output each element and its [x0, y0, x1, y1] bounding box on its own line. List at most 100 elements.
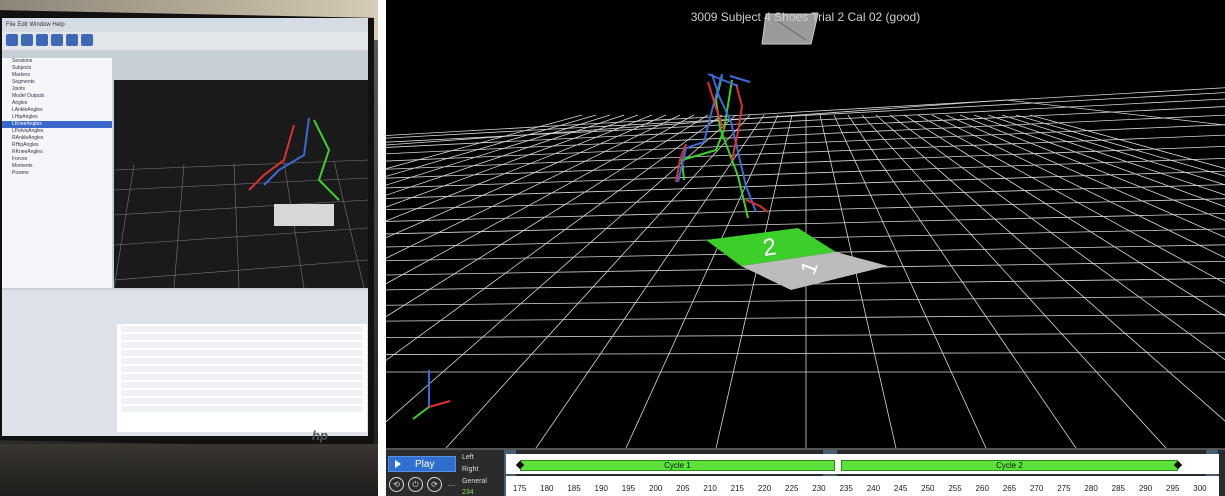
photo-trial-list [117, 324, 367, 432]
frame-tick-label: 255 [948, 484, 962, 493]
cycle-2-label: Cycle 2 [996, 461, 1023, 470]
photo-data-tree: Sessions Subjects Markers Segments Joints Mod… [2, 58, 112, 288]
grid-line [386, 114, 709, 318]
grid-line [1005, 99, 1225, 126]
frame-ruler[interactable]: 175 180 185 190 195 200 205 210 215 220 225 230 235 2… [506, 476, 1219, 496]
grid-line [386, 87, 1225, 136]
grid-line [875, 114, 1225, 422]
frame-tick-label: 250 [921, 484, 935, 493]
grid-line [386, 124, 1225, 162]
photo-tree-item: Angles [12, 100, 28, 106]
photo-tree-item: Powers [12, 170, 29, 176]
photo-tree-item: RKneeAngles [12, 149, 43, 155]
frame-tick-label: 295 [1166, 484, 1180, 493]
photo-tree-item: LPelvisAngles [12, 128, 44, 134]
frame-tick-label: 180 [540, 484, 554, 493]
current-frame-label: 234 [462, 489, 474, 496]
grid-line [386, 332, 1225, 338]
grid-line [889, 114, 1225, 361]
frame-tick-label: 210 [703, 484, 717, 493]
photo-tree-item: Forces [12, 156, 28, 162]
grid-line [386, 114, 737, 423]
toolbar-icon [51, 34, 63, 46]
photo-tree-item: LKneeAngles [2, 121, 112, 128]
toolbar-icon [21, 34, 33, 46]
cycle-1-bar[interactable]: Cycle 1 [519, 460, 836, 471]
3d-viewport[interactable]: 2 1 3009 Subject 4 Shoes Trial 2 Cal 02 … [386, 0, 1225, 448]
frame-tick-label: 225 [785, 484, 799, 493]
grid-line [386, 213, 1225, 235]
row-label-general: General [462, 478, 487, 485]
grid-line [386, 114, 723, 361]
viewport-title: 3009 Subject 4 Shoes Trial 2 Cal 02 (goo… [690, 10, 921, 24]
play-button[interactable]: Play [388, 456, 456, 472]
frame-tick-label: 265 [1002, 484, 1017, 493]
toolbar-icon [66, 34, 78, 46]
photo-tree-item: LHipAngles [12, 114, 38, 120]
row-label-left: Left [462, 454, 474, 461]
frame-tick-label: 260 [975, 484, 989, 493]
grid-line [917, 114, 1225, 284]
frame-tick-label: 195 [621, 484, 636, 493]
frame-tick-label: 300 [1193, 484, 1207, 493]
play-label: Play [415, 459, 435, 470]
monitor-photo: File Edit Window Help Sessions Subjects Ma… [0, 0, 378, 496]
grid-line [386, 351, 1225, 355]
frame-tick-label: 290 [1138, 484, 1153, 493]
frame-tick-label: 175 [512, 484, 527, 493]
toolbar-icon [81, 34, 93, 46]
grid-line [386, 92, 1225, 139]
photo-tree-item: Moments [12, 163, 33, 169]
frame-tick-label: 240 [866, 484, 881, 493]
grid-line [386, 106, 1225, 148]
toolbar-icon [36, 34, 48, 46]
photo-tree-item: Model Outputs [12, 93, 45, 99]
image-divider [378, 0, 386, 496]
grid-line [903, 114, 1225, 317]
power-icon[interactable]: ⏻ [408, 477, 423, 492]
photo-tree-item: Segments [12, 79, 35, 85]
forward-icon[interactable]: ⟳ [427, 477, 442, 492]
cycle-2-bar[interactable]: Cycle 2 [840, 460, 1179, 471]
photo-tree-item: RAnkleAngles [12, 135, 44, 141]
frame-tick-label: 285 [1111, 484, 1125, 493]
monitor-screen: File Edit Window Help Sessions Subjects Ma… [2, 18, 368, 436]
back-icon[interactable]: ⟲ [389, 477, 404, 492]
photo-tree-item: Subjects [12, 65, 32, 71]
hp-logo: hp [312, 428, 328, 443]
grid-line [386, 114, 681, 259]
grid-line [386, 114, 625, 196]
frame-tick-label: 205 [676, 484, 690, 493]
nexus-app-window: 2 1 3009 Subject 4 Shoes Trial 2 Cal 02 … [386, 0, 1225, 496]
frame-tick-label: 200 [648, 484, 663, 493]
frame-tick-label: 235 [839, 484, 853, 493]
photo-menubar: File Edit Window Help [2, 18, 368, 32]
play-icon [395, 460, 401, 468]
photo-toolbar [2, 32, 368, 50]
more-icon[interactable]: … [445, 477, 458, 490]
frame-tick-label: 185 [567, 484, 581, 493]
photo-3d-view [114, 80, 368, 288]
grid-line [386, 313, 1225, 322]
frame-tick-label: 280 [1084, 484, 1098, 493]
toolbar-icon [6, 34, 18, 46]
frame-tick-label: 270 [1029, 484, 1044, 493]
photo-tree-item: Markers [12, 72, 31, 78]
event-track[interactable]: Cycle 1 Cycle 2 [506, 454, 1219, 474]
frame-tick-label: 245 [893, 484, 908, 493]
grid-line [386, 170, 1225, 199]
desk-background [0, 444, 378, 496]
photo-tree-item: LAnkleAngles [12, 107, 43, 113]
3d-scene: 2 1 [386, 13, 1225, 448]
row-label-right: Right [462, 466, 479, 473]
frame-tick-label: 230 [812, 484, 826, 493]
frame-tick-label: 190 [594, 484, 608, 493]
grid-line [819, 114, 897, 448]
photo-tree-item: Joints [12, 86, 26, 92]
photo-tree-item: RHipAngles [12, 142, 39, 148]
photo-tree-item: Sessions [12, 58, 33, 64]
frame-tick-label: 220 [757, 484, 772, 493]
time-bar: Play ⟲ ⏻ ⟳ … Left Right General 234 Cycl… [386, 448, 1225, 496]
grid-line [386, 295, 1225, 306]
axis-triad [412, 370, 451, 420]
